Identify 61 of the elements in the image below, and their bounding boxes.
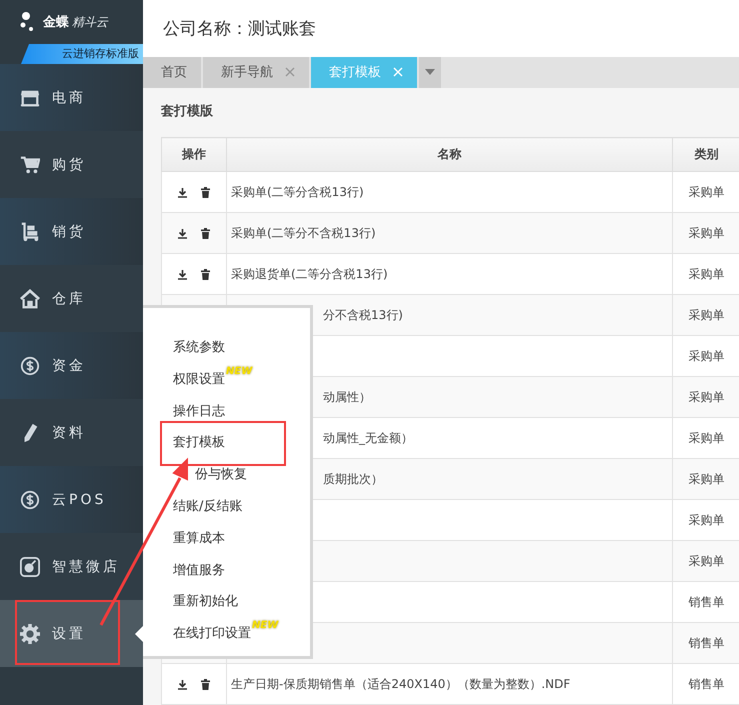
menu-item[interactable]: 重新初始化 — [173, 592, 238, 612]
template-name: 动属性_无金额） — [323, 430, 413, 444]
nav-label: 购货 — [52, 156, 86, 174]
nav-item[interactable]: 智慧微店 — [0, 533, 143, 600]
product-name: 精斗云 — [72, 14, 108, 30]
template-name: 生产日期-保质期销售单（适合240X140）（数量为整数）.NDF — [231, 676, 570, 690]
nav-label: 电商 — [52, 88, 86, 106]
template-name: 采购单(二等分含税13行) — [231, 184, 364, 198]
nav-item[interactable]: 仓库 — [0, 265, 143, 332]
template-name: 分不含税13行) — [323, 308, 403, 322]
template-name: 质期批次） — [323, 472, 383, 486]
column-header: 名称 — [226, 138, 672, 172]
menu-item[interactable]: 在线打印设置 — [173, 624, 251, 644]
nav-label: 销货 — [52, 222, 86, 240]
menu-item[interactable]: 增值服务 — [173, 560, 225, 581]
new-label: NEW — [226, 366, 252, 377]
category-cell: 采购单 — [688, 184, 724, 198]
menu-item[interactable]: 重算成本 — [173, 528, 225, 549]
nav-item[interactable]: 云POS — [0, 466, 143, 533]
category-cell: 采购单 — [688, 308, 724, 322]
new-label: NEW — [252, 620, 278, 632]
nav-item[interactable]: 电商 — [0, 64, 143, 131]
page-title: 套打模版 — [161, 103, 214, 121]
menu-item[interactable]: 操作日志 — [173, 402, 225, 422]
column-header: 操作 — [162, 138, 226, 172]
nav-label: 智慧微店 — [52, 558, 120, 576]
template-name: 采购退货单(二等分含税13行) — [231, 266, 388, 280]
menu-item[interactable]: 权限设置 — [173, 370, 225, 390]
tab[interactable]: 新手导航 — [203, 56, 309, 88]
category-cell: 采购单 — [688, 430, 724, 444]
menu-item[interactable]: 结账/反结账 — [173, 496, 242, 517]
nav-label: 资金 — [52, 356, 86, 374]
brand-name: 金蝶 — [43, 14, 69, 31]
nav-label: 资料 — [52, 424, 86, 442]
nav-item[interactable]: 资金 — [0, 332, 143, 399]
company-title: 公司名称：测试账套 — [163, 18, 316, 40]
menu-item[interactable]: 系统参数 — [173, 338, 225, 358]
category-cell: 采购单 — [688, 554, 724, 568]
nav-item[interactable]: 资料 — [0, 399, 143, 466]
edition-ribbon: 云进销存标准版 — [21, 44, 143, 64]
category-cell: 销售单 — [688, 594, 724, 608]
nav-label: 仓库 — [52, 290, 86, 308]
category-cell: 采购单 — [688, 266, 724, 280]
category-cell: 销售单 — [688, 676, 724, 690]
nav-label: 设置 — [52, 624, 86, 642]
category-cell: 采购单 — [688, 348, 724, 362]
nav-item[interactable]: 销货 — [0, 198, 143, 265]
category-cell: 采购单 — [688, 512, 724, 526]
category-cell: 销售单 — [688, 636, 724, 650]
column-header: 类别 — [672, 138, 739, 172]
category-cell: 采购单 — [688, 472, 724, 486]
tab[interactable]: 首页 — [143, 56, 201, 88]
nav-item[interactable]: 购货 — [0, 131, 143, 198]
menu-item[interactable]: 份与恢复 — [173, 465, 247, 486]
category-cell: 采购单 — [688, 390, 724, 404]
category-cell: 采购单 — [688, 226, 724, 240]
menu-item[interactable]: 套打模板 — [173, 433, 225, 454]
template-name: 采购单(二等分不含税13行) — [231, 226, 376, 240]
nav-item[interactable]: 设置 — [0, 600, 143, 667]
nav-label: 云POS — [52, 490, 106, 508]
template-name: 动属性） — [323, 390, 371, 404]
